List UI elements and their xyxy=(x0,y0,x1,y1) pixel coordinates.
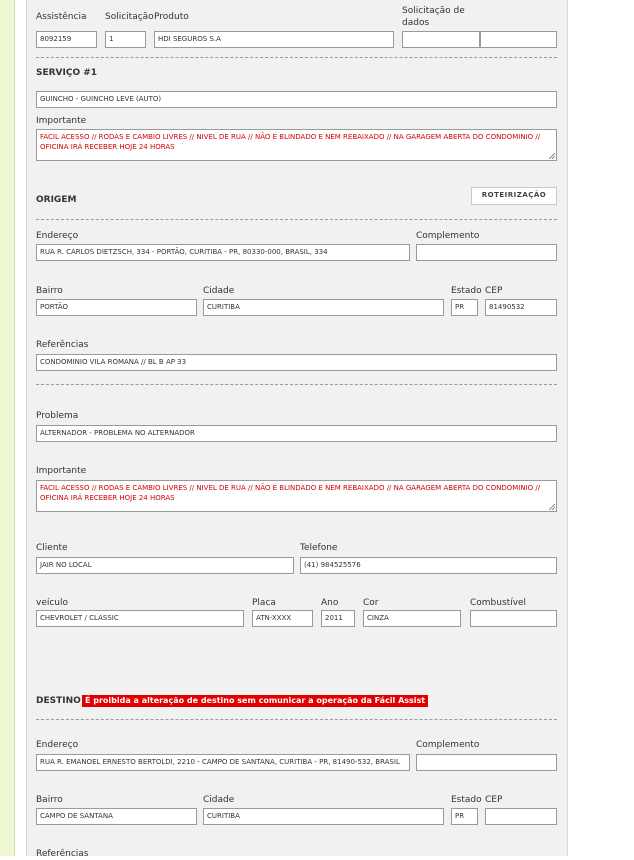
divider xyxy=(36,219,557,220)
combustivel-label: Combustível xyxy=(470,598,527,608)
solicitacao-dados-field-1[interactable] xyxy=(402,31,480,48)
destino-cidade-label: Cidade xyxy=(203,795,235,805)
destino-cep-field[interactable] xyxy=(485,808,557,825)
servico-importante-label: Importante xyxy=(36,116,87,126)
left-sidebar xyxy=(0,0,15,856)
solicitacao-label: Solicitação xyxy=(105,12,154,22)
origem-cep-field[interactable]: 81490532 xyxy=(485,299,557,316)
destino-title: DESTINO xyxy=(36,696,81,706)
produto-label: Produto xyxy=(154,12,189,22)
solicitacao-dados-label: Solicitação de xyxy=(402,6,465,16)
destino-bairro-label: Bairro xyxy=(36,795,63,805)
origem-endereco-label: Endereço xyxy=(36,231,79,241)
destino-warning-badge: É proibida a alteração de destino sem co… xyxy=(82,695,429,707)
origem-complemento-label: Complemento xyxy=(416,231,480,241)
veiculo-label: veículo xyxy=(36,598,69,608)
roteirizacao-button[interactable]: ROTEIRIZAÇÃO xyxy=(471,187,557,205)
servico-importante-text: FACIL ACESSO // RODAS E CAMBIO LIVRES //… xyxy=(40,133,541,151)
problema-importante-textarea[interactable]: FACIL ACESSO // RODAS E CAMBIO LIVRES //… xyxy=(36,480,557,512)
combustivel-field[interactable] xyxy=(470,610,557,627)
destino-cidade-field[interactable]: CURITIBA xyxy=(203,808,444,825)
ano-label: Ano xyxy=(321,598,339,608)
destino-cep-label: CEP xyxy=(485,795,503,805)
destino-estado-field[interactable]: PR xyxy=(451,808,478,825)
destino-endereco-field[interactable]: RUA R. EMANOEL ERNESTO BERTOLDI, 2210 - … xyxy=(36,754,410,771)
destino-complemento-label: Complemento xyxy=(416,740,480,750)
placa-label: Placa xyxy=(252,598,276,608)
produto-field[interactable]: HDI SEGUROS S.A xyxy=(154,31,394,48)
cliente-label: Cliente xyxy=(36,543,68,553)
problema-importante-label: Importante xyxy=(36,466,87,476)
problema-label: Problema xyxy=(36,411,79,421)
origem-referencias-label: Referências xyxy=(36,340,89,350)
cor-field[interactable]: CINZA xyxy=(363,610,461,627)
placa-field[interactable]: ATN-XXXX xyxy=(252,610,313,627)
telefone-field[interactable]: (41) 984525576 xyxy=(300,557,557,574)
origem-title: ORIGEM xyxy=(36,195,77,205)
origem-endereco-field[interactable]: RUA R. CARLOS DIETZSCH, 334 - PORTÃO, CU… xyxy=(36,244,410,261)
origem-cidade-field[interactable]: CURITIBA xyxy=(203,299,444,316)
divider xyxy=(36,719,557,720)
resize-grip-icon[interactable] xyxy=(549,153,555,159)
cor-label: Cor xyxy=(363,598,379,608)
servico-importante-textarea[interactable]: FACIL ACESSO // RODAS E CAMBIO LIVRES //… xyxy=(36,129,557,161)
origem-cidade-label: Cidade xyxy=(203,286,235,296)
solicitacao-field[interactable]: 1 xyxy=(105,31,146,48)
assistencia-label: Assistência xyxy=(36,12,87,22)
origem-bairro-label: Bairro xyxy=(36,286,63,296)
destino-endereco-label: Endereço xyxy=(36,740,79,750)
solicitacao-dados-field-2[interactable] xyxy=(480,31,557,48)
destino-bairro-field[interactable]: CAMPO DE SANTANA xyxy=(36,808,197,825)
origem-complemento-field[interactable] xyxy=(416,244,557,261)
resize-grip-icon[interactable] xyxy=(549,504,555,510)
origem-estado-field[interactable]: PR xyxy=(451,299,478,316)
origem-bairro-field[interactable]: PORTÃO xyxy=(36,299,197,316)
veiculo-field[interactable]: CHEVROLET / CLASSIC xyxy=(36,610,244,627)
problema-field[interactable]: ALTERNADOR - PROBLEMA NO ALTERNADOR xyxy=(36,425,557,442)
destino-estado-label: Estado xyxy=(451,795,482,805)
divider xyxy=(36,57,557,58)
origem-referencias-field[interactable]: CONDOMINIO VILA ROMANA // BL B AP 33 xyxy=(36,354,557,371)
ano-field[interactable]: 2011 xyxy=(321,610,355,627)
origem-cep-label: CEP xyxy=(485,286,503,296)
destino-complemento-field[interactable] xyxy=(416,754,557,771)
servico-field[interactable]: GUINCHO - GUINCHO LEVE (AUTO) xyxy=(36,91,557,108)
cliente-field[interactable]: JAIR NO LOCAL xyxy=(36,557,294,574)
origem-estado-label: Estado xyxy=(451,286,482,296)
assistencia-field[interactable]: 8092159 xyxy=(36,31,97,48)
solicitacao-dados-label-2: dados xyxy=(402,18,430,28)
telefone-label: Telefone xyxy=(300,543,338,553)
problema-importante-text: FACIL ACESSO // RODAS E CAMBIO LIVRES //… xyxy=(40,484,541,502)
servico-title: SERVIÇO #1 xyxy=(36,68,98,78)
destino-referencias-label: Referências xyxy=(36,849,89,859)
divider xyxy=(36,384,557,385)
